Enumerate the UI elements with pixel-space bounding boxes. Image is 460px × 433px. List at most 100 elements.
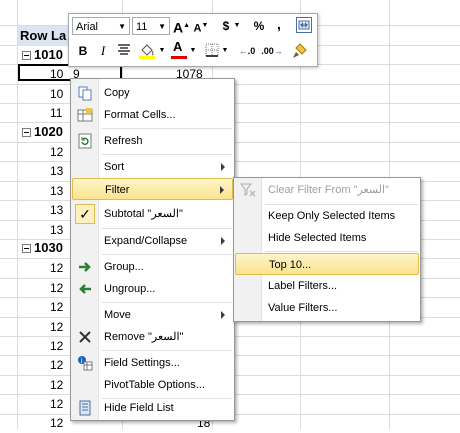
- menu-item-filter[interactable]: Filter: [72, 178, 233, 200]
- row-label[interactable]: 13: [50, 220, 63, 240]
- menu-item-field-settings[interactable]: i Field Settings...: [72, 352, 233, 374]
- menu-item-sort[interactable]: Sort: [72, 156, 233, 178]
- menu-item-label: Move: [104, 309, 131, 321]
- row-label[interactable]: 12: [50, 278, 63, 298]
- comma-button[interactable]: ,: [271, 14, 287, 34]
- italic-button[interactable]: I: [95, 41, 111, 61]
- menu-item-expand-collapse[interactable]: Expand/Collapse: [72, 230, 233, 252]
- grow-font-label: A: [173, 19, 184, 36]
- borders-button[interactable]: [204, 43, 220, 59]
- menu-item-refresh[interactable]: Refresh: [72, 130, 233, 152]
- submenu-arrow-icon: [221, 311, 225, 319]
- font-color-button[interactable]: A: [170, 39, 188, 59]
- chevron-down-icon[interactable]: ▼: [221, 41, 229, 61]
- row-label[interactable]: 12: [50, 258, 63, 278]
- format-painter-button[interactable]: [291, 42, 309, 60]
- row-label[interactable]: 12: [50, 297, 63, 317]
- font-name-combo[interactable]: Arial ▼: [72, 17, 130, 35]
- menu-item-label: Remove "السعر": [104, 331, 184, 343]
- collapse-icon[interactable]: [22, 51, 31, 60]
- menu-item-hide-field-list[interactable]: Hide Field List: [72, 397, 233, 419]
- menu-item-value-filters[interactable]: Value Filters...: [235, 297, 419, 319]
- menu-item-move[interactable]: Move: [72, 304, 233, 326]
- menu-item-remove[interactable]: Remove "السعر": [72, 326, 233, 348]
- submenu-arrow-icon: [221, 163, 225, 171]
- collapse-icon[interactable]: [22, 128, 31, 137]
- svg-text:i: i: [81, 357, 83, 365]
- borders-icon: [205, 43, 219, 57]
- row-label[interactable]: 13: [50, 181, 63, 201]
- mini-toolbar: Arial ▼ 11 ▼ A▲ A▼ $ ▼ % , B I ▼ A ▼ ▼ ←…: [68, 13, 318, 67]
- row-label[interactable]: 11: [50, 103, 62, 123]
- menu-separator: [102, 302, 232, 303]
- row-label[interactable]: 13: [50, 200, 63, 220]
- menu-separator: [102, 128, 232, 129]
- menu-item-copy[interactable]: Copy: [72, 82, 233, 104]
- group-label[interactable]: 1010: [34, 45, 63, 65]
- grow-font-button[interactable]: A▲: [173, 16, 190, 36]
- chevron-down-icon[interactable]: ▼: [233, 16, 241, 36]
- shrink-font-button[interactable]: A▼: [193, 16, 209, 36]
- row-label[interactable]: 12: [50, 336, 63, 356]
- group-label[interactable]: 1030: [34, 238, 63, 258]
- row-label[interactable]: 12: [50, 413, 63, 433]
- menu-item-keep-only-selected[interactable]: Keep Only Selected Items: [235, 205, 419, 227]
- menu-item-hide-selected[interactable]: Hide Selected Items: [235, 227, 419, 249]
- row-label[interactable]: 12: [50, 375, 63, 395]
- group-label[interactable]: 1020: [34, 122, 63, 142]
- row-label[interactable]: 13: [50, 161, 63, 181]
- copy-icon: [77, 85, 93, 101]
- format-painter-icon: [293, 43, 307, 58]
- submenu-arrow-icon: [220, 186, 224, 194]
- menu-item-label: Group...: [104, 261, 144, 273]
- row-label[interactable]: 12: [50, 317, 63, 337]
- menu-item-label: Hide Field List: [104, 402, 174, 414]
- align-center-button[interactable]: [116, 43, 132, 59]
- menu-item-label: Filter: [105, 184, 130, 196]
- menu-item-top-10[interactable]: Top 10...: [235, 253, 419, 275]
- align-center-icon: [118, 44, 130, 55]
- menu-item-label: Ungroup...: [104, 283, 156, 295]
- menu-item-label: Subtotal "السعر": [104, 208, 183, 220]
- decrease-decimal-button[interactable]: .00→: [261, 41, 283, 61]
- font-size-combo[interactable]: 11 ▼: [132, 17, 170, 35]
- percent-button[interactable]: %: [251, 16, 267, 36]
- menu-item-pivottable-options[interactable]: PivotTable Options...: [72, 374, 233, 396]
- menu-item-label: Expand/Collapse: [104, 235, 188, 247]
- menu-item-label: Keep Only Selected Items: [268, 210, 396, 222]
- menu-item-label: Format Cells...: [104, 109, 176, 121]
- menu-item-subtotal[interactable]: ✓ Subtotal "السعر": [72, 203, 233, 225]
- row-label[interactable]: 12: [50, 142, 63, 162]
- menu-item-label: Refresh: [104, 135, 143, 147]
- context-menu: Copy Format Cells... Refresh Sort Filter…: [70, 78, 235, 421]
- increase-decimal-button[interactable]: ←.0: [237, 41, 257, 61]
- chevron-down-icon[interactable]: ▼: [189, 41, 197, 61]
- remove-x-icon: [77, 329, 93, 345]
- row-label[interactable]: 10: [50, 84, 63, 104]
- menu-separator: [102, 228, 232, 229]
- menu-item-format-cells[interactable]: Format Cells...: [72, 104, 233, 126]
- submenu-arrow-icon: [221, 237, 225, 245]
- menu-item-label: Sort: [104, 161, 125, 173]
- row-label[interactable]: 12: [50, 394, 63, 414]
- checkmark-icon: ✓: [75, 204, 95, 224]
- menu-separator: [102, 254, 232, 255]
- chevron-down-icon[interactable]: ▼: [158, 41, 166, 61]
- menu-item-label: Clear Filter From "السعر": [268, 184, 389, 196]
- format-cells-icon: [77, 107, 93, 123]
- merge-center-button[interactable]: [296, 17, 312, 33]
- chevron-down-icon: ▼: [158, 22, 166, 31]
- row-label[interactable]: 12: [50, 355, 63, 375]
- menu-item-group[interactable]: Group...: [72, 256, 233, 278]
- bold-button[interactable]: B: [75, 41, 91, 61]
- paint-bucket-icon: [139, 44, 155, 59]
- collapse-icon[interactable]: [22, 244, 31, 253]
- menu-item-label-filters[interactable]: Label Filters...: [235, 275, 419, 297]
- currency-button[interactable]: $: [218, 16, 234, 36]
- field-list-icon: [77, 400, 93, 416]
- font-size-value: 11: [136, 21, 148, 33]
- menu-item-label: Value Filters...: [268, 302, 338, 314]
- chevron-down-icon: ▼: [118, 22, 126, 31]
- fill-color-button[interactable]: [138, 42, 156, 60]
- menu-item-ungroup[interactable]: Ungroup...: [72, 278, 233, 300]
